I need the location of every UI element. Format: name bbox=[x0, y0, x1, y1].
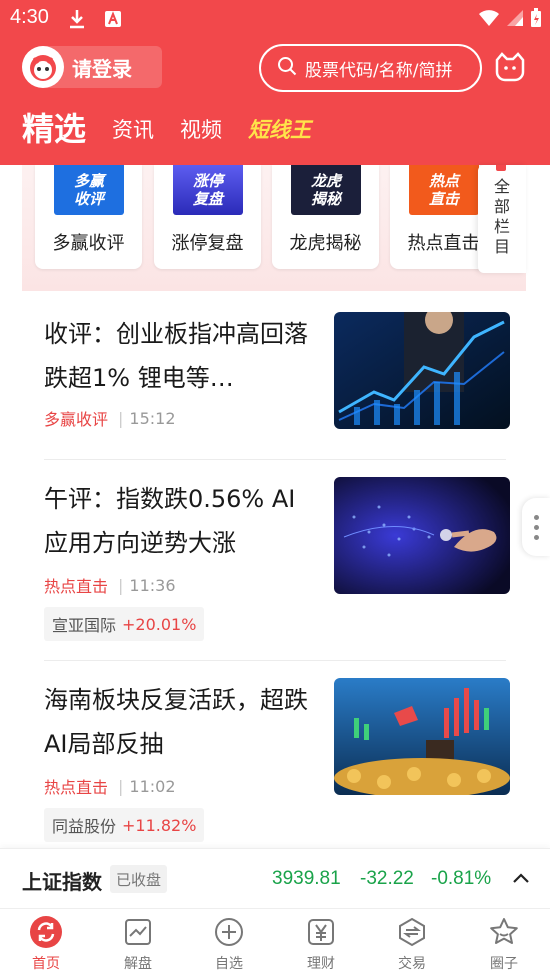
stock-name: 同益股份 bbox=[52, 817, 117, 836]
nav-home[interactable]: 首页 bbox=[0, 915, 92, 977]
login-label: 请登录 bbox=[72, 56, 132, 81]
plus-circle-icon bbox=[212, 915, 246, 949]
channel-tabs: 精选 资讯 视频 短线王 bbox=[22, 110, 337, 156]
download-icon bbox=[66, 8, 88, 30]
nav-analysis[interactable]: 解盘 bbox=[92, 915, 184, 977]
column-label: 涨停复盘 bbox=[171, 233, 244, 254]
news-source[interactable]: 热点直击 bbox=[44, 774, 108, 798]
nav-label: 自选 bbox=[215, 956, 243, 972]
news-meta: 热点直击 | 11:36 bbox=[44, 573, 176, 597]
stock-change: +11.82% bbox=[122, 815, 197, 835]
news-meta: 热点直击 | 11:02 bbox=[44, 774, 176, 798]
stock-change: +20.01% bbox=[122, 614, 197, 634]
news-source[interactable]: 热点直击 bbox=[44, 573, 108, 597]
home-refresh-icon bbox=[29, 915, 63, 949]
news-source[interactable]: 多赢收评 bbox=[44, 406, 108, 430]
column-card-dragon-tiger[interactable]: 龙虎 揭秘 龙虎揭秘 bbox=[272, 165, 379, 269]
index-change-percent: -0.81% bbox=[431, 868, 492, 889]
nav-label: 解盘 bbox=[124, 956, 152, 972]
app-notification-icon bbox=[102, 8, 124, 30]
more-options-button[interactable] bbox=[522, 498, 550, 556]
star-icon bbox=[487, 915, 521, 949]
news-title: 海南板块反复活跃，超跌AI局部反抽 bbox=[44, 686, 308, 758]
related-stock-chip[interactable]: 宣亚国际 +20.01% bbox=[44, 607, 205, 641]
column-strip: 多赢 收评 多赢收评 涨停 复盘 涨停复盘 龙虎 揭秘 龙虎揭秘 热点 直击 热… bbox=[22, 165, 526, 291]
column-art: 龙虎 揭秘 bbox=[291, 165, 361, 215]
nav-label: 首页 bbox=[32, 956, 60, 972]
nav-watchlist[interactable]: 自选 bbox=[183, 915, 275, 977]
news-item[interactable]: 收评：创业板指冲高回落跌超1% 锂电等… 多赢收评 | 15:12 bbox=[44, 312, 510, 432]
tab-news[interactable]: 资讯 bbox=[112, 114, 154, 156]
column-card-duoying[interactable]: 多赢 收评 多赢收评 bbox=[35, 165, 142, 269]
column-art: 多赢 收评 bbox=[54, 165, 124, 215]
chart-icon bbox=[121, 915, 155, 949]
nav-wealth[interactable]: 理财 bbox=[275, 915, 367, 977]
news-thumbnail bbox=[334, 678, 510, 795]
tab-short-line-king[interactable]: 短线王 bbox=[248, 114, 311, 156]
search-placeholder: 股票代码/名称/简拼 bbox=[305, 60, 453, 81]
nav-label: 交易 bbox=[398, 956, 426, 972]
chevron-up-icon[interactable] bbox=[508, 863, 534, 893]
nav-label: 圈子 bbox=[490, 956, 518, 972]
avatar bbox=[22, 46, 64, 88]
all-columns-button[interactable]: 全 部 栏 目 bbox=[478, 165, 526, 273]
news-time: 11:02 bbox=[129, 776, 176, 796]
news-meta: 多赢收评 | 15:12 bbox=[44, 406, 176, 430]
tab-featured[interactable]: 精选 bbox=[22, 104, 86, 156]
news-thumbnail bbox=[334, 312, 510, 429]
divider bbox=[44, 660, 506, 661]
battery-icon bbox=[530, 8, 542, 32]
all-columns-marker bbox=[496, 165, 506, 171]
status-bar: 4:30 bbox=[0, 0, 550, 38]
message-icon[interactable] bbox=[493, 50, 527, 84]
stock-name: 宣亚国际 bbox=[52, 616, 117, 635]
trade-icon bbox=[395, 915, 429, 949]
news-item[interactable]: 午评：指数跌0.56% AI应用方向逆势大涨 热点直击 | 11:36 宣亚国际… bbox=[44, 477, 510, 647]
news-time: 11:36 bbox=[129, 575, 176, 595]
mascot-icon bbox=[30, 55, 56, 81]
market-index-bar[interactable]: 上证指数 已收盘 3939.81 -32.22 -0.81% bbox=[0, 848, 550, 908]
nav-label: 理财 bbox=[307, 956, 335, 972]
status-time: 4:30 bbox=[10, 6, 49, 28]
login-button[interactable]: 请登录 bbox=[22, 46, 162, 88]
nav-trade[interactable]: 交易 bbox=[366, 915, 458, 977]
index-change: -32.22 bbox=[360, 868, 414, 889]
nav-community[interactable]: 圈子 bbox=[458, 915, 550, 977]
divider bbox=[44, 459, 506, 460]
signal-icon bbox=[506, 9, 524, 31]
search-icon bbox=[277, 56, 297, 81]
news-title: 收评：创业板指冲高回落跌超1% 锂电等… bbox=[44, 320, 308, 392]
tab-video[interactable]: 视频 bbox=[180, 114, 222, 156]
related-stock-chip[interactable]: 同益股份 +11.82% bbox=[44, 808, 205, 842]
app-header: 4:30 请登录 股票代码/名称/简拼 精选 资讯 视频 短线王 bbox=[0, 0, 550, 165]
search-input[interactable]: 股票代码/名称/简拼 bbox=[259, 44, 482, 92]
column-label: 多赢收评 bbox=[52, 233, 125, 254]
column-art: 涨停 复盘 bbox=[173, 165, 243, 215]
bottom-nav: 首页 解盘 自选 理财 交易 圈子 bbox=[0, 908, 550, 979]
market-status-badge: 已收盘 bbox=[110, 865, 168, 893]
column-card-limit-up[interactable]: 涨停 复盘 涨停复盘 bbox=[154, 165, 261, 269]
news-title: 午评：指数跌0.56% AI应用方向逆势大涨 bbox=[44, 485, 296, 557]
yen-icon bbox=[304, 915, 338, 949]
index-value: 3939.81 bbox=[272, 868, 341, 889]
index-name: 上证指数 bbox=[22, 870, 102, 894]
news-item[interactable]: 海南板块反复活跃，超跌AI局部反抽 热点直击 | 11:02 同益股份 +11.… bbox=[44, 678, 510, 848]
wifi-icon bbox=[478, 9, 500, 31]
column-label: 龙虎揭秘 bbox=[289, 233, 362, 254]
column-art: 热点 直击 bbox=[409, 165, 479, 215]
news-time: 15:12 bbox=[129, 408, 176, 428]
news-thumbnail bbox=[334, 477, 510, 594]
